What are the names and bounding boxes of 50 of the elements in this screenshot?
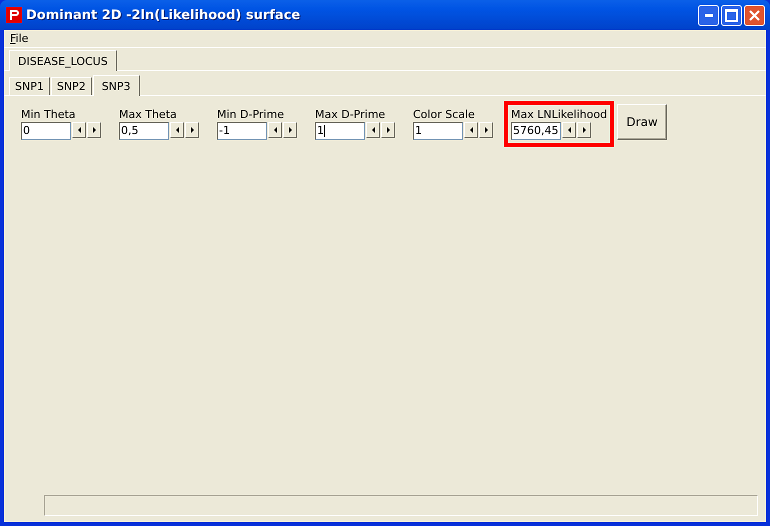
field-label: Min D-Prime xyxy=(217,108,285,121)
maximize-button[interactable] xyxy=(721,4,742,26)
right-arrow-icon xyxy=(190,127,194,133)
tab[interactable]: DISEASE_LOCUS xyxy=(9,50,117,71)
left-arrow-icon xyxy=(78,127,80,133)
number-field[interactable]: 1 xyxy=(315,122,365,140)
right-arrow-icon xyxy=(386,127,390,133)
menu-item[interactable]: File xyxy=(9,32,30,45)
field-label: Max D-Prime xyxy=(315,108,386,121)
right-arrow-icon xyxy=(288,127,292,133)
left-arrow-icon xyxy=(372,127,374,133)
increment-button[interactable] xyxy=(577,122,591,138)
left-arrow-icon xyxy=(274,127,276,133)
right-arrow-icon xyxy=(582,127,586,133)
increment-button[interactable] xyxy=(185,122,199,138)
decrement-button[interactable] xyxy=(170,122,184,138)
field-label: Color Scale xyxy=(413,108,476,121)
minimize-icon xyxy=(704,14,712,16)
right-arrow-icon xyxy=(484,127,488,133)
left-arrow-icon xyxy=(470,127,472,133)
left-arrow-icon xyxy=(568,127,570,133)
decrement-button[interactable] xyxy=(268,122,282,138)
number-field[interactable]: 1 xyxy=(413,122,463,140)
field-label: Max LNLikelihood xyxy=(511,108,608,121)
window-title: Dominant 2D -2ln(Likelihood) surface xyxy=(26,8,302,22)
minimize-button[interactable] xyxy=(698,4,719,26)
decrement-button[interactable] xyxy=(562,122,576,138)
tab[interactable]: SNP1 xyxy=(9,77,50,95)
number-field[interactable]: -1 xyxy=(217,122,267,140)
field-label: Max Theta xyxy=(119,108,178,121)
close-button[interactable] xyxy=(744,4,765,26)
tab[interactable]: SNP3 xyxy=(92,75,140,96)
right-arrow-icon xyxy=(92,127,96,133)
decrement-button[interactable] xyxy=(464,122,478,138)
increment-button[interactable] xyxy=(283,122,297,138)
increment-button[interactable] xyxy=(381,122,395,138)
increment-button[interactable] xyxy=(479,122,493,138)
draw-button[interactable]: Draw xyxy=(617,104,668,140)
number-field[interactable]: 5760,45 xyxy=(511,122,561,140)
maximize-icon xyxy=(725,8,738,22)
left-arrow-icon xyxy=(176,127,178,133)
field-label: Min Theta xyxy=(21,108,77,121)
app-icon xyxy=(6,7,22,23)
decrement-button[interactable] xyxy=(72,122,86,138)
increment-button[interactable] xyxy=(87,122,101,138)
decrement-button[interactable] xyxy=(366,122,380,138)
tab[interactable]: SNP2 xyxy=(50,77,92,95)
number-field[interactable]: 0 xyxy=(21,122,71,140)
number-field[interactable]: 0,5 xyxy=(119,122,169,140)
close-icon xyxy=(749,10,760,20)
